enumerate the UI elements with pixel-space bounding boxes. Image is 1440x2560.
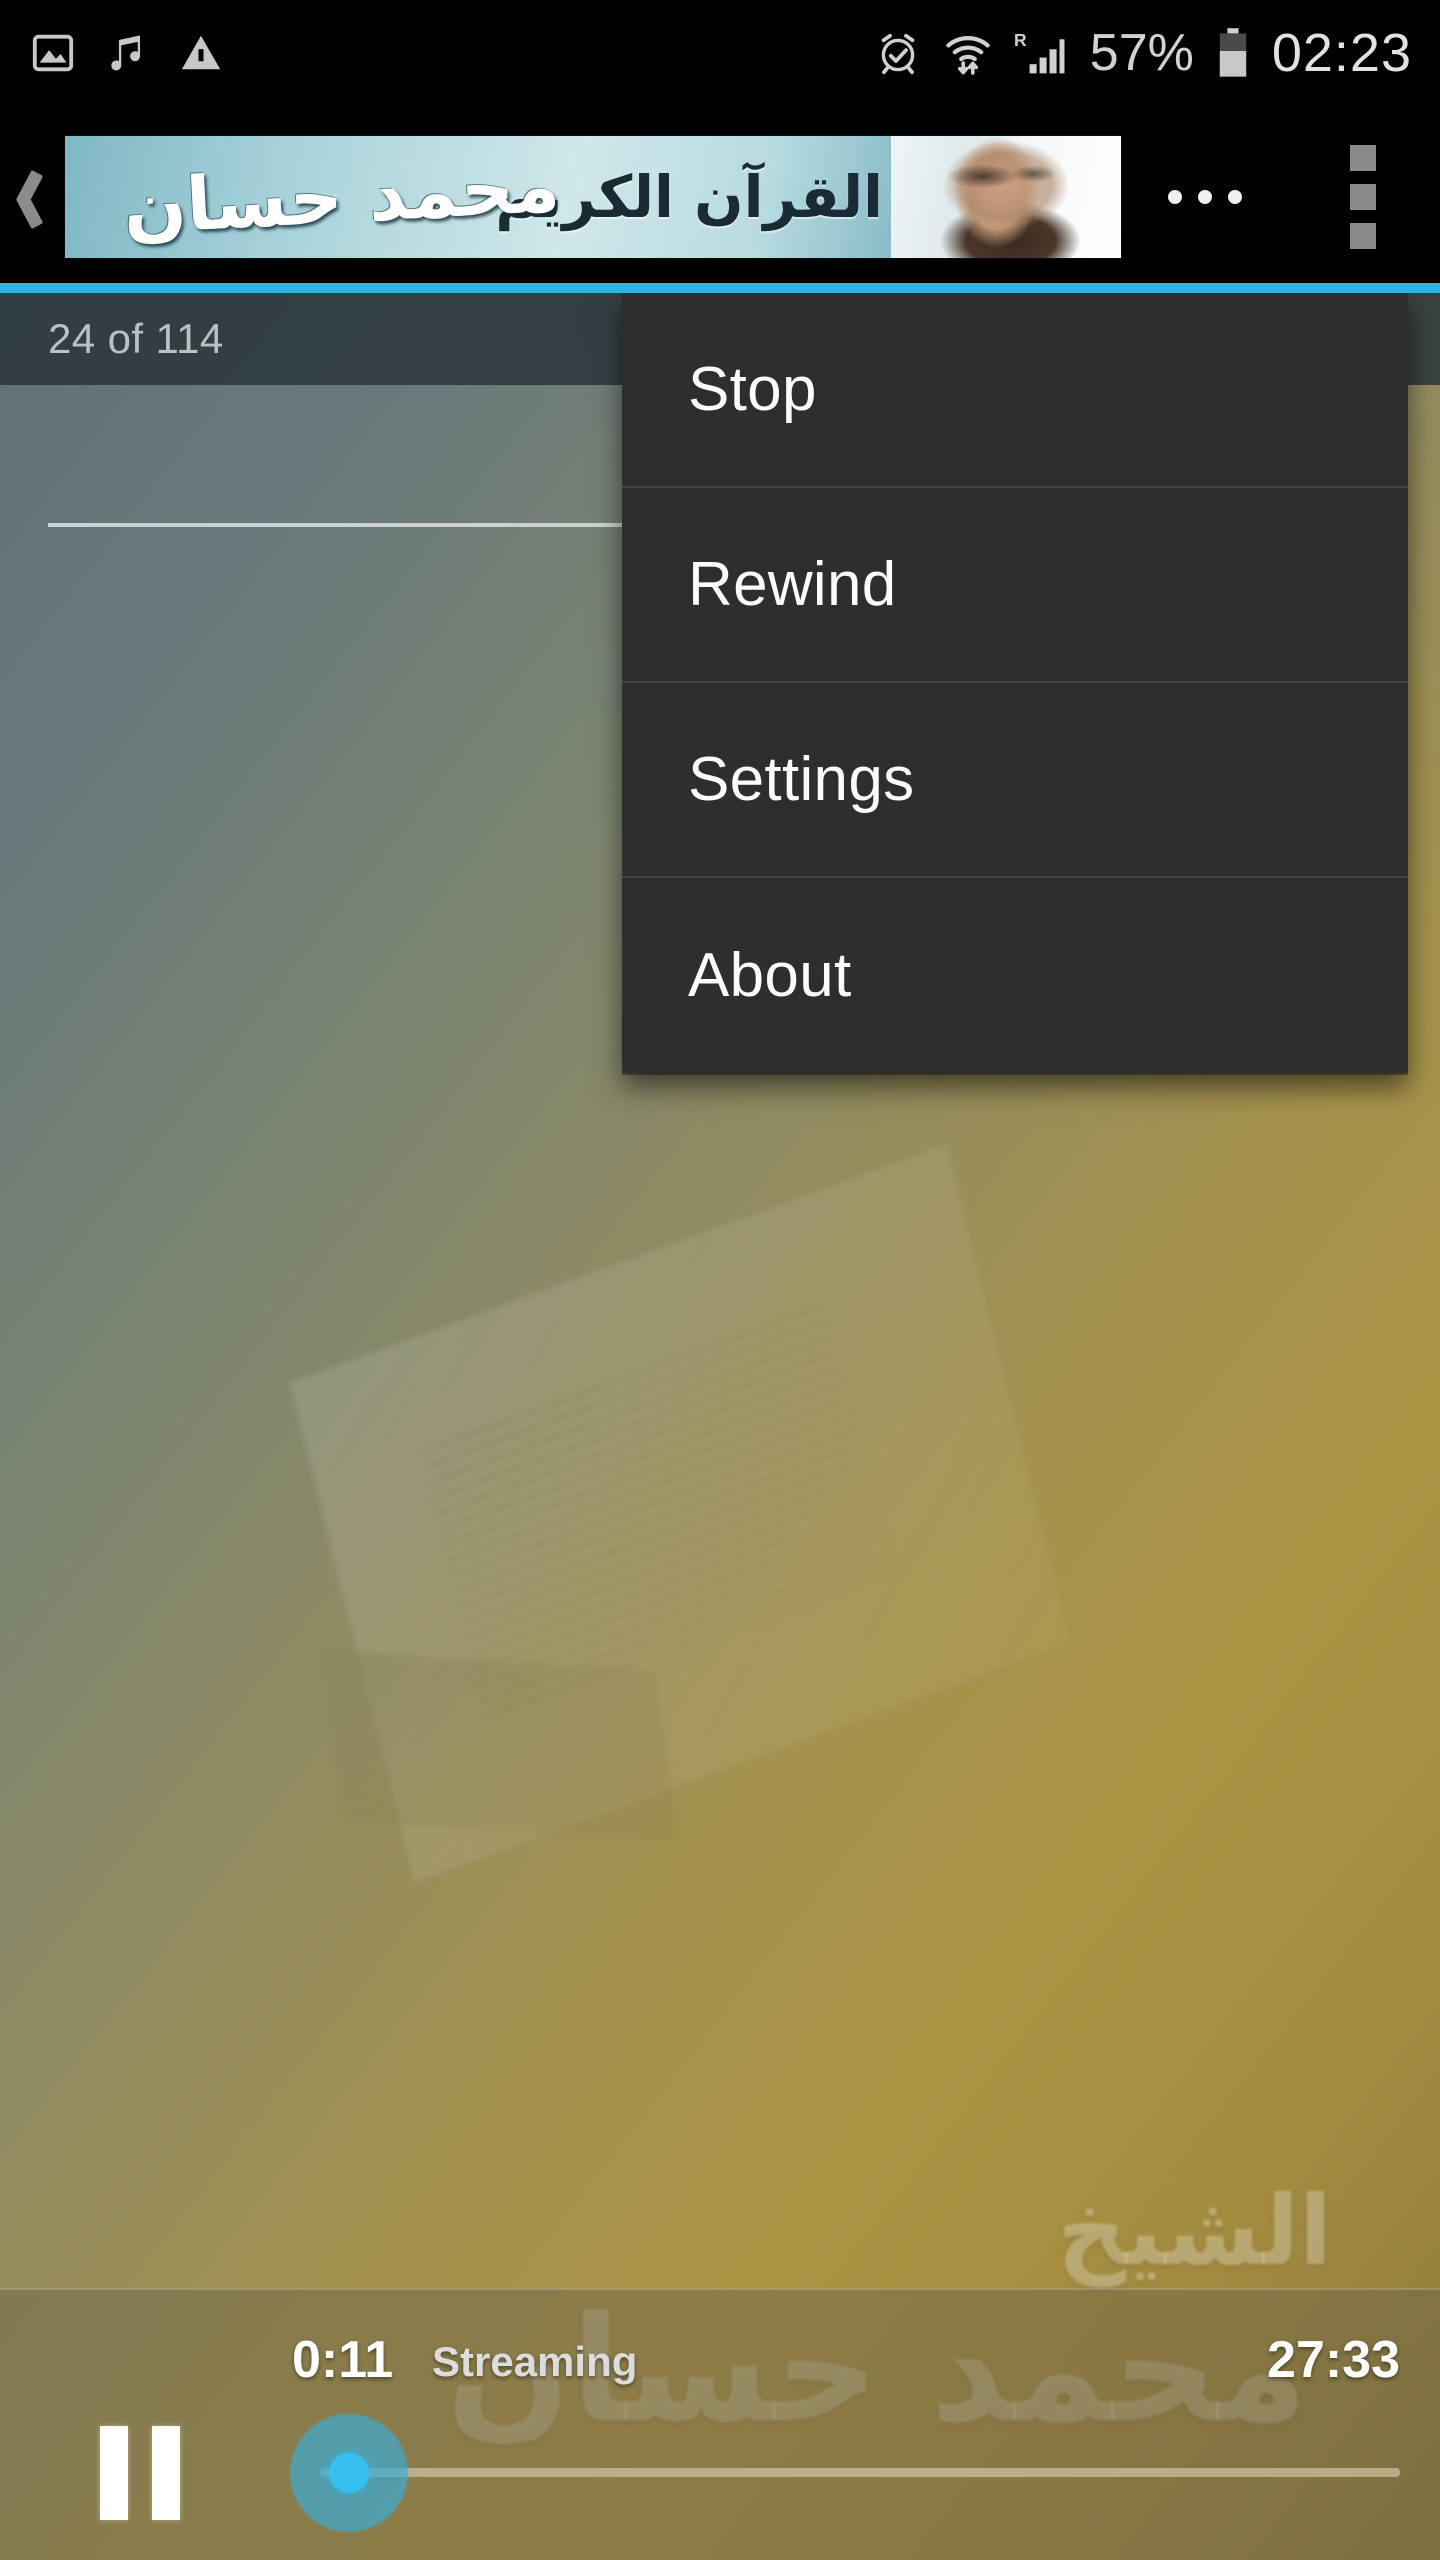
header-accent-line — [0, 283, 1440, 293]
track-counter-label: 24 of 114 — [48, 315, 224, 362]
battery-percent-label: 57% — [1089, 23, 1194, 82]
image-icon — [32, 34, 74, 71]
music-note-icon — [111, 34, 141, 70]
seek-bar[interactable] — [290, 2414, 1400, 2532]
menu-item-stop[interactable]: Stop — [622, 293, 1408, 488]
streaming-status-label: Streaming — [432, 2338, 638, 2385]
roaming-signal-icon: R — [1014, 29, 1065, 73]
status-clock: 02:23 — [1271, 22, 1412, 83]
pause-icon — [100, 2426, 128, 2520]
book-stand — [320, 1649, 680, 1842]
ad-more-dots-button[interactable] — [1168, 189, 1242, 204]
wifi-transfer-icon — [946, 35, 990, 75]
status-bar: R 57% 02:23 — [0, 0, 1440, 105]
player-controls-bar: 0:11 Streaming 27:33 — [0, 2288, 1440, 2560]
seek-thumb-icon[interactable] — [329, 2453, 369, 2493]
menu-item-rewind[interactable]: Rewind — [622, 488, 1408, 683]
elapsed-time-label: 0:11 — [292, 2331, 394, 2389]
pause-button[interactable] — [100, 2426, 218, 2520]
overflow-menu-button[interactable] — [1341, 127, 1385, 267]
back-chevron-icon — [15, 171, 45, 223]
ad-banner-bar: القرآن الكريم محمد حسان — [0, 105, 1440, 288]
overflow-menu-icon — [1350, 183, 1376, 210]
sheikh-portrait-image — [891, 135, 1121, 258]
battery-icon — [1219, 27, 1247, 77]
ad-banner-name: محمد حسان — [121, 142, 562, 251]
seek-track[interactable] — [320, 2468, 1400, 2477]
dot-icon — [1198, 189, 1212, 204]
watermark-title: الشيخ — [1056, 2175, 1332, 2287]
overflow-dropdown-menu: Stop Rewind Settings About — [622, 293, 1408, 1073]
overflow-menu-icon — [1350, 144, 1376, 171]
overflow-menu-icon — [1350, 222, 1376, 249]
menu-item-about[interactable]: About — [622, 878, 1408, 1073]
pause-icon — [152, 2426, 180, 2520]
dot-icon — [1168, 189, 1182, 204]
warning-triangle-icon — [181, 35, 221, 69]
phone-screen: R 57% 02:23 القرآن الكريم محمد حسان الشي… — [0, 0, 1440, 2560]
alarm-clock-icon — [881, 33, 915, 74]
menu-item-settings[interactable]: Settings — [622, 683, 1408, 878]
status-bar-left-icons — [0, 30, 224, 76]
status-bar-right-icons: R 57% 02:23 — [874, 26, 1440, 80]
back-button[interactable] — [0, 105, 60, 288]
total-duration-label: 27:33 — [1267, 2331, 1400, 2389]
svg-text:R: R — [1014, 29, 1027, 49]
quran-book-image — [277, 1140, 1082, 1886]
ad-banner[interactable]: القرآن الكريم محمد حسان — [64, 134, 1122, 259]
dot-icon — [1228, 189, 1242, 204]
player-time-row: 0:11 Streaming 27:33 — [0, 2290, 1440, 2410]
